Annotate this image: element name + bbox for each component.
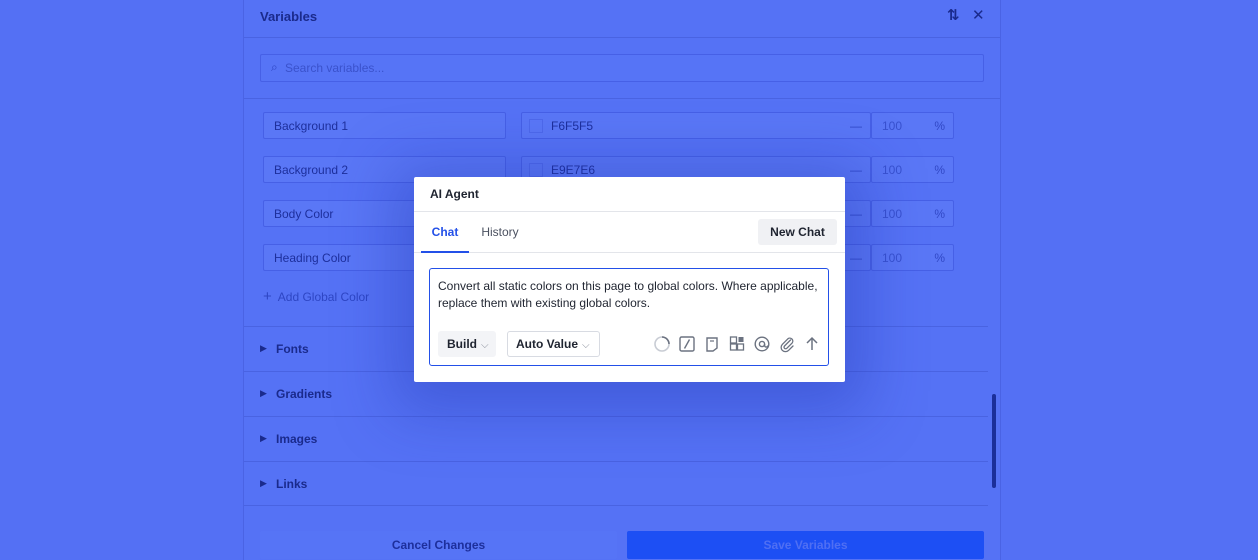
variable-value-field[interactable]: F6F5F5 — — [521, 112, 871, 139]
modal-title: AI Agent — [430, 187, 479, 201]
mode-select[interactable]: Build ⌵ — [438, 331, 496, 357]
slash-command-icon[interactable] — [678, 335, 696, 353]
search-icon: ⌕ — [271, 60, 278, 74]
percent-unit: % — [934, 119, 945, 133]
tab-history[interactable]: History — [474, 212, 526, 253]
chevron-down-icon: ⌵ — [481, 340, 489, 351]
sort-icon[interactable]: ⇅ — [947, 6, 960, 24]
section-label: Gradients — [276, 387, 333, 401]
add-global-label: Add Global Color — [277, 290, 370, 304]
hex-value: E9E7E6 — [551, 163, 596, 177]
value-select-value: Auto Value — [516, 337, 579, 351]
section-links[interactable]: ▶ Links — [244, 461, 988, 506]
plus-icon: + — [263, 288, 272, 305]
hex-value: F6F5F5 — [551, 119, 594, 133]
opacity-field[interactable]: 100% — [871, 244, 954, 271]
blocks-icon[interactable] — [728, 335, 746, 353]
search-box[interactable]: ⌕ — [260, 54, 984, 82]
paperclip-icon[interactable] — [778, 335, 796, 353]
prompt-input[interactable]: Convert all static colors on this page t… — [429, 268, 829, 366]
caret-right-icon: ▶ — [260, 343, 267, 353]
panel-title: Variables — [260, 9, 318, 24]
dash-divider: — — [850, 207, 862, 221]
opacity-value: 100 — [882, 207, 903, 221]
caret-right-icon: ▶ — [260, 478, 267, 488]
percent-unit: % — [934, 251, 945, 265]
opacity-field[interactable]: 100% — [871, 156, 954, 183]
opacity-value: 100 — [882, 163, 903, 177]
prompt-text[interactable]: Convert all static colors on this page t… — [438, 278, 818, 312]
panel-header: Variables ⇅ ✕ — [244, 0, 1000, 38]
send-arrow-icon[interactable] — [803, 335, 821, 353]
percent-unit: % — [934, 163, 945, 177]
chevron-down-icon: ⌵ — [582, 340, 590, 351]
dash-divider: — — [850, 119, 862, 133]
save-variables-button[interactable]: Save Variables — [627, 531, 984, 559]
search-input[interactable] — [285, 58, 965, 78]
modal-header: AI Agent — [414, 177, 845, 212]
dash-divider: — — [850, 163, 862, 177]
scrollbar[interactable] — [992, 394, 996, 488]
variable-row: Background 1 F6F5F5 — 100% — [263, 112, 983, 139]
value-select[interactable]: Auto Value ⌵ — [507, 331, 600, 357]
search-section: ⌕ — [244, 38, 1000, 99]
close-icon[interactable]: ✕ — [972, 6, 985, 24]
section-label: Fonts — [276, 342, 309, 356]
mode-select-value: Build — [447, 337, 477, 351]
dash-divider: — — [850, 251, 862, 265]
section-label: Links — [276, 477, 308, 491]
section-images[interactable]: ▶ Images — [244, 416, 988, 461]
color-swatch[interactable] — [529, 119, 543, 133]
new-chat-button[interactable]: New Chat — [758, 219, 837, 245]
modal-tabs: Chat History New Chat — [414, 212, 845, 253]
opacity-field[interactable]: 100% — [871, 200, 954, 227]
ai-agent-modal: AI Agent Chat History New Chat Convert a… — [414, 177, 845, 382]
at-icon[interactable] — [753, 335, 771, 353]
opacity-value: 100 — [882, 119, 903, 133]
page-icon[interactable] — [703, 335, 721, 353]
section-label: Images — [276, 432, 318, 446]
add-global-color-button[interactable]: + Add Global Color — [263, 288, 369, 305]
opacity-field[interactable]: 100% — [871, 112, 954, 139]
color-swatch[interactable] — [529, 163, 543, 177]
caret-right-icon: ▶ — [260, 433, 267, 443]
percent-unit: % — [934, 207, 945, 221]
spinner-icon — [653, 335, 671, 353]
caret-right-icon: ▶ — [260, 388, 267, 398]
variable-name-field[interactable]: Background 1 — [263, 112, 506, 139]
tab-chat[interactable]: Chat — [421, 212, 469, 253]
opacity-value: 100 — [882, 251, 903, 265]
cancel-changes-button[interactable]: Cancel Changes — [260, 531, 617, 559]
